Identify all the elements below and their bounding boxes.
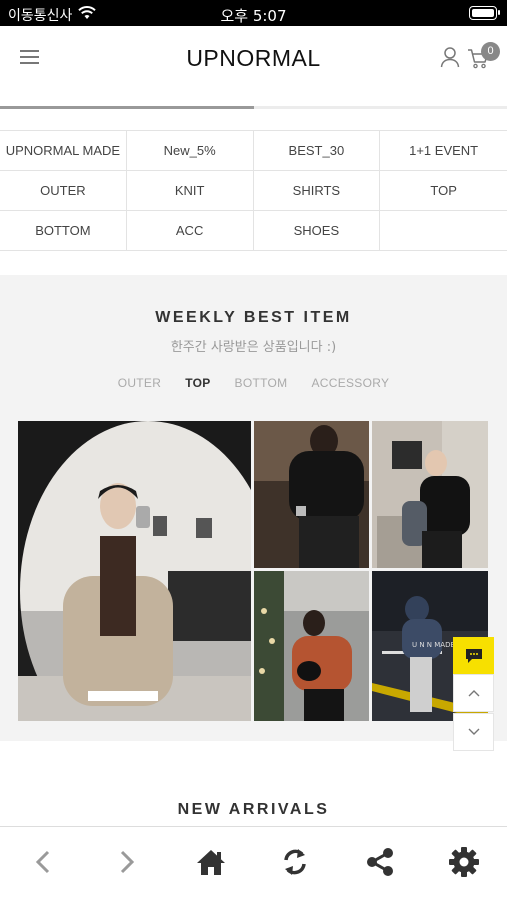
back-button[interactable] — [25, 844, 61, 880]
user-icon[interactable] — [440, 46, 460, 68]
app-header: UPNORMAL 0 — [0, 26, 507, 90]
chat-button[interactable] — [453, 637, 494, 674]
home-icon — [197, 850, 225, 875]
category-link[interactable]: ACC — [127, 211, 254, 250]
refresh-button[interactable] — [277, 844, 313, 880]
weekly-best-gallery: U N N MADE — [18, 421, 488, 721]
weekly-tab[interactable]: ACCESSORY — [311, 376, 389, 390]
refresh-icon — [284, 849, 306, 875]
scroll-top-button[interactable] — [453, 674, 494, 712]
cart-count-badge: 0 — [481, 42, 500, 61]
category-link[interactable]: SHIRTS — [254, 171, 381, 210]
svg-text:U N N MADE: U N N MADE — [412, 641, 455, 649]
weekly-tab[interactable]: BOTTOM — [235, 376, 288, 390]
share-button[interactable] — [362, 844, 398, 880]
home-button[interactable] — [193, 844, 229, 880]
brand-logo[interactable]: UPNORMAL — [0, 45, 507, 72]
product-photo-4[interactable] — [254, 571, 369, 721]
bottom-toolbar — [0, 826, 507, 900]
category-link[interactable]: OUTER — [0, 171, 127, 210]
category-link[interactable]: BOTTOM — [0, 211, 127, 250]
weekly-best-tabs: OUTER TOP BOTTOM ACCESSORY — [0, 376, 507, 390]
chevron-up-icon — [468, 690, 479, 697]
weekly-best-title: WEEKLY BEST ITEM — [155, 309, 352, 326]
chevron-left-icon — [35, 850, 50, 874]
weekly-best-section: WEEKLY BEST ITEM 한주간 사랑받은 상품입니다 :) OUTER… — [0, 275, 507, 741]
product-photo-1[interactable] — [18, 421, 251, 721]
category-link[interactable]: KNIT — [127, 171, 254, 210]
category-link[interactable]: SHOES — [254, 211, 381, 250]
forward-button[interactable] — [109, 844, 145, 880]
category-row: UPNORMAL MADE New_5% BEST_30 1+1 EVENT — [0, 131, 507, 171]
weekly-tab[interactable]: OUTER — [118, 376, 162, 390]
chevron-down-icon — [468, 728, 479, 735]
category-link[interactable]: BEST_30 — [254, 131, 381, 170]
status-bar: 이동통신사 오후 5:07 — [0, 0, 507, 26]
category-row: BOTTOM ACC SHOES — [0, 211, 507, 251]
category-link[interactable]: UPNORMAL MADE — [0, 131, 127, 170]
clock: 오후 5:07 — [220, 7, 287, 25]
settings-button[interactable] — [446, 844, 482, 880]
chat-bubble-icon — [465, 648, 482, 663]
product-photo-2[interactable] — [254, 421, 369, 568]
category-link[interactable]: 1+1 EVENT — [380, 131, 507, 170]
category-grid: UPNORMAL MADE New_5% BEST_30 1+1 EVENT OUTER… — [0, 130, 507, 251]
share-icon — [367, 848, 393, 876]
gear-icon — [449, 847, 479, 877]
weekly-tab[interactable]: TOP — [185, 376, 210, 390]
category-row: OUTER KNIT SHIRTS TOP — [0, 171, 507, 211]
battery-icon — [469, 6, 500, 20]
weekly-best-subtitle: 한주간 사랑받은 상품입니다 :) — [170, 340, 337, 355]
product-photo-3[interactable] — [372, 421, 488, 568]
scroll-bottom-button[interactable] — [453, 713, 494, 751]
category-link[interactable]: TOP — [380, 171, 507, 210]
menu-scroll-indicator — [0, 106, 254, 109]
category-link[interactable]: New_5% — [127, 131, 254, 170]
category-empty-cell — [380, 211, 507, 250]
new-arrivals-title: NEW ARRIVALS — [177, 801, 330, 818]
chevron-right-icon — [120, 850, 135, 874]
